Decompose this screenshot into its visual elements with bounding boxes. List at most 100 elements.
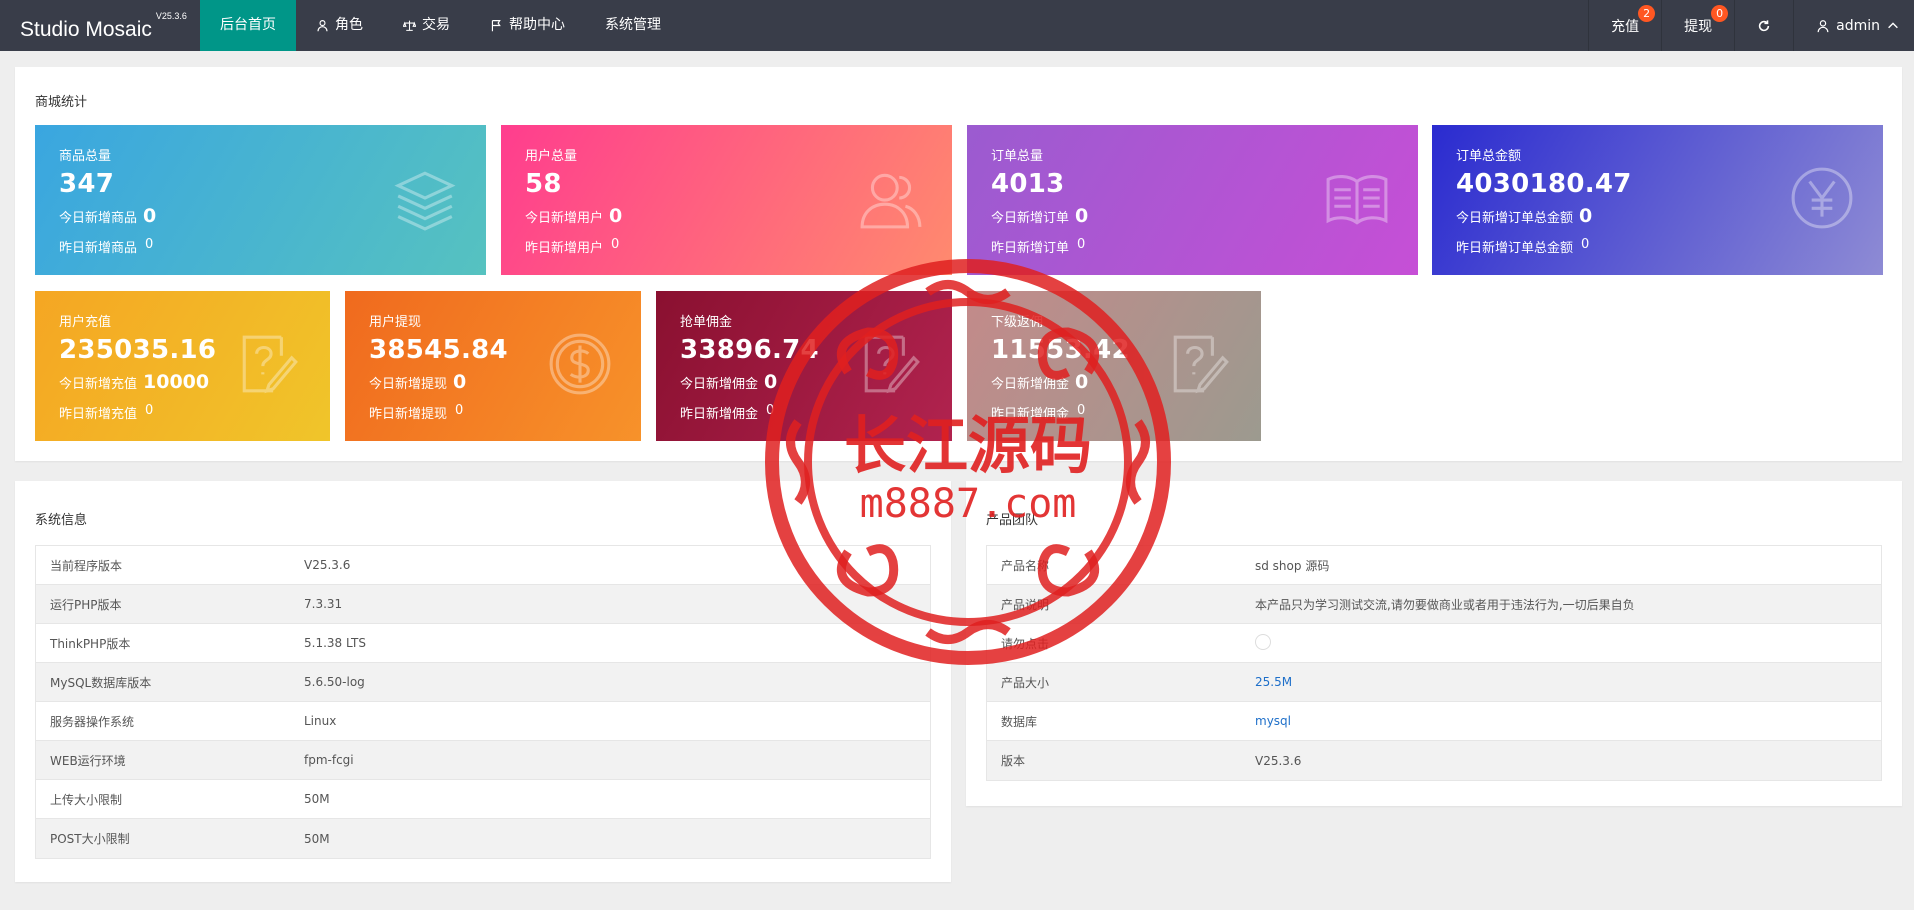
stat-label: 用户总量 [525,149,578,164]
nav-home-label: 后台首页 [220,17,276,33]
stat-value: 58 [525,169,562,199]
scale-icon [403,20,416,31]
product-team-table: 产品名称 sd shop 源码 产品说明 本产品只为学习测试交流,请勿要做商业或者用于… [986,545,1882,781]
withdraw-label: 提现 [1684,18,1713,35]
table-row: 产品名称 sd shop 源码 [987,546,1881,585]
stat-today-value: 0 [1075,371,1089,393]
stat-label: 抢单佣金 [680,315,733,330]
row-key: 运行PHP版本 [50,597,122,612]
stat-tile[interactable]: 用户提现 38545.84 今日新增提现 0 昨日新增提现 0 [345,291,641,441]
nav-help[interactable]: 帮助中心 [470,0,585,51]
row-key: 上传大小限制 [50,792,123,807]
stat-yest-value: 0 [766,403,775,418]
stat-yesterday: 昨日新增佣金 0 [991,403,1085,422]
stat-value: 11553.42 [991,335,1130,365]
stat-today: 今日新增订单总金额 0 [1456,205,1592,227]
withdraw-button[interactable]: 提现 0 [1661,0,1734,51]
stat-yest-label: 昨日新增提现 [369,407,448,422]
stat-tile[interactable]: 订单总量 4013 今日新增订单 0 昨日新增订单 0 [967,125,1418,275]
question-note-icon [1167,331,1233,397]
stat-tile[interactable]: 用户充值 235035.16 今日新增充值 10000 昨日新增充值 0 [35,291,330,441]
stat-today: 今日新增佣金 0 [991,371,1088,393]
stat-tile[interactable]: 下级返佣 11553.42 今日新增佣金 0 昨日新增佣金 0 [967,291,1261,441]
app-brand[interactable]: Studio MosaicV25.3.6 [20,0,187,51]
system-info-title: 系统信息 [35,513,88,528]
stat-tile[interactable]: 用户总量 58 今日新增用户 0 昨日新增用户 0 [501,125,952,275]
user-name: admin [1836,17,1880,34]
stat-yesterday: 昨日新增订单 0 [991,237,1085,256]
stat-yest-value: 0 [145,403,154,418]
stat-today-label: 今日新增充值 [59,377,138,392]
table-row: 请勿点击 [987,624,1881,663]
stat-today: 今日新增佣金 0 [680,371,777,393]
stat-label: 订单总金额 [1456,149,1522,164]
book-icon [1324,165,1390,231]
product-team-card: 产品团队 产品名称 sd shop 源码 产品说明 本产品只为学习测试交流,请勿要做商… [966,481,1902,806]
nav-roles[interactable]: 角色 [296,0,383,51]
row-value[interactable] [1255,633,1271,653]
row-value: Linux [304,714,337,728]
stat-yest-value: 0 [1581,237,1590,252]
row-link[interactable]: mysql [1255,714,1291,728]
withdraw-badge: 0 [1711,5,1729,22]
circle-icon[interactable] [1255,633,1271,650]
stat-today: 今日新增商品 0 [59,205,156,227]
refresh-button[interactable] [1734,0,1793,51]
recharge-button[interactable]: 充值 2 [1588,0,1661,51]
row-value: V25.3.6 [1255,753,1302,768]
row-value: 50M [304,831,330,846]
nav-roles-label: 角色 [335,17,363,33]
stat-today-value: 0 [1579,205,1593,227]
table-row: ThinkPHP版本 5.1.38 LTS [36,624,930,663]
stat-yest-label: 昨日新增订单 [991,241,1070,256]
stat-today: 今日新增充值 10000 [59,371,209,393]
stat-yesterday: 昨日新增订单总金额 0 [1456,237,1589,256]
row-value: sd shop 源码 [1255,558,1330,573]
row-value: 50M [304,792,330,806]
question-note-icon [858,331,924,397]
stat-tile[interactable]: 商品总量 347 今日新增商品 0 昨日新增商品 0 [35,125,486,275]
user-icon [317,20,328,32]
stat-label: 订单总量 [991,149,1044,164]
row-key: 产品说明 [1001,597,1050,612]
system-info-table: 当前程序版本 V25.3.6 运行PHP版本 7.3.31 ThinkPHP版本 5.1.… [35,545,931,859]
nav-system[interactable]: 系统管理 [585,0,681,51]
stat-yest-value: 0 [455,403,464,418]
nav-trade-label: 交易 [422,17,450,33]
row-link[interactable]: 25.5M [1255,675,1292,689]
stack-icon [392,165,458,231]
stat-today: 今日新增用户 0 [525,205,622,227]
stat-value: 4030180.47 [1456,169,1632,199]
main-nav: 后台首页 角色 交易 帮助中心 系统管理 [200,0,681,51]
table-row: WEB运行环境 fpm-fcgi [36,741,930,780]
stat-tile[interactable]: 订单总金额 4030180.47 今日新增订单总金额 0 昨日新增订单总金额 0 [1432,125,1883,275]
row-key: ThinkPHP版本 [50,636,131,651]
recharge-label: 充值 [1611,18,1640,35]
row-value: mysql [1255,714,1291,728]
stat-value: 4013 [991,169,1065,199]
stat-yest-label: 昨日新增佣金 [680,407,759,422]
user-menu[interactable]: admin [1793,0,1914,51]
row-key: 当前程序版本 [50,558,123,573]
stat-today-value: 0 [764,371,778,393]
stat-today-label: 今日新增商品 [59,211,138,226]
stat-yesterday: 昨日新增商品 0 [59,237,153,256]
table-row: MySQL数据库版本 5.6.50-log [36,663,930,702]
chevron-up-icon [1888,21,1898,28]
row-key: 产品大小 [1001,675,1050,690]
row-key: 产品名称 [1001,558,1050,573]
app-version: V25.3.6 [155,11,187,21]
row-key: WEB运行环境 [50,753,126,768]
stat-today-value: 0 [453,371,467,393]
table-row: 产品大小 25.5M [987,663,1881,702]
stat-tile[interactable]: 抢单佣金 33896.74 今日新增佣金 0 昨日新增佣金 0 [656,291,952,441]
nav-trade[interactable]: 交易 [383,0,470,51]
stat-today-label: 今日新增提现 [369,377,448,392]
stat-today-value: 0 [1075,205,1089,227]
nav-home[interactable]: 后台首页 [200,0,296,51]
dollar-icon [547,331,613,397]
table-row: 服务器操作系统 Linux [36,702,930,741]
table-row: 当前程序版本 V25.3.6 [36,546,930,585]
stat-today-label: 今日新增订单 [991,211,1070,226]
stat-today-label: 今日新增佣金 [991,377,1070,392]
